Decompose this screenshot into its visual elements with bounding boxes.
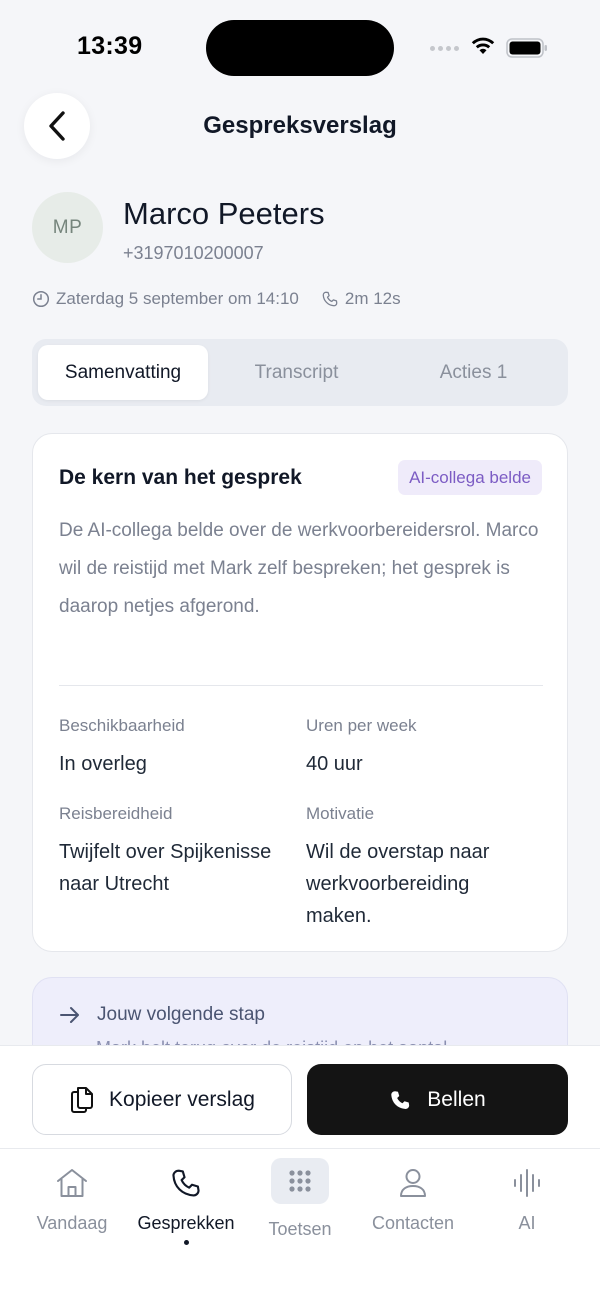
next-step-heading: Jouw volgende stap [59, 1004, 265, 1026]
nav-gesprekken[interactable]: Gesprekken [129, 1163, 243, 1245]
keypad-icon [289, 1170, 311, 1192]
tab-samenvatting[interactable]: Samenvatting [38, 345, 208, 400]
phone-icon [172, 1169, 200, 1197]
nav-label: Gesprekken [137, 1213, 235, 1233]
field-label: Reisbereidheid [59, 804, 173, 823]
nav-label: AI [518, 1213, 536, 1233]
nav-label: Toetsen [268, 1219, 332, 1239]
call-date: Zaterdag 5 september om 14:10 [56, 289, 299, 308]
call-label: Bellen [427, 1087, 486, 1111]
summary-card: De kern van het gesprek AI-collega belde… [32, 433, 568, 952]
dynamic-island [206, 20, 394, 76]
field-travel: Reisbereidheid Twijfelt over Spijkenisse… [59, 804, 299, 900]
signal-icon [430, 46, 459, 51]
tab-acties[interactable]: Acties 1 [385, 345, 562, 400]
field-label: Motivatie [306, 804, 375, 823]
page-title: Gespreksverslag [203, 112, 397, 139]
summary-text: De AI-collega belde over de werkvoorbere… [59, 520, 539, 617]
active-indicator [183, 1240, 189, 1245]
ai-badge: AI-collega belde [398, 460, 542, 495]
home-icon [57, 1169, 87, 1197]
call-button[interactable]: Bellen [307, 1064, 568, 1135]
field-availability: Beschikbaarheid In overleg [59, 716, 299, 780]
phone-icon [322, 291, 338, 307]
arrow-right-icon [60, 1007, 79, 1023]
field-hours: Uren per week 40 uur [306, 716, 546, 780]
status-bar: 13:39 [0, 0, 600, 96]
summary-title: De kern van het gesprek [59, 466, 302, 489]
nav-contacten[interactable]: Contacten [356, 1163, 470, 1234]
next-step-title: Jouw volgende stap [97, 1004, 265, 1025]
nav-vandaag[interactable]: Vandaag [15, 1163, 129, 1234]
copy-report-label: Kopieer verslag [109, 1087, 255, 1111]
copy-icon [71, 1086, 94, 1113]
copy-report-button[interactable]: Kopieer verslag [32, 1064, 292, 1135]
avatar: MP [32, 192, 103, 263]
nav-toetsen[interactable]: Toetsen [243, 1158, 357, 1240]
field-value: In overleg [59, 753, 147, 775]
field-value: Twijfelt over Spijkenisse naar Utrecht [59, 841, 272, 895]
divider [59, 685, 543, 686]
field-motivation: Motivatie Wil de overstap naar werkvoorb… [306, 804, 536, 932]
action-bar: Kopieer verslag Bellen [0, 1045, 600, 1149]
nav-ai[interactable]: AI [470, 1163, 584, 1234]
user-icon [400, 1169, 426, 1197]
contact-phone: +3197010200007 [123, 243, 264, 263]
field-label: Uren per week [306, 716, 417, 735]
segmented-tabs: Samenvatting Transcript Acties 1 [32, 339, 568, 406]
field-label: Beschikbaarheid [59, 716, 185, 735]
status-time: 13:39 [77, 32, 143, 60]
nav-label: Vandaag [36, 1213, 108, 1233]
wifi-icon [471, 37, 495, 54]
bottom-tab-bar: Vandaag Gesprekken Toetsen Contacten AI [0, 1149, 600, 1304]
contact-name: Marco Peeters [123, 196, 325, 231]
clock-icon [32, 290, 50, 308]
phone-icon [391, 1090, 410, 1109]
tab-transcript[interactable]: Transcript [208, 345, 385, 400]
battery-icon [506, 38, 547, 58]
field-value: 40 uur [306, 753, 363, 775]
nav-label: Contacten [371, 1213, 455, 1233]
call-duration: 2m 12s [344, 289, 401, 308]
call-meta: Zaterdag 5 september om 14:10 2m 12s [32, 289, 401, 309]
field-value: Wil de overstap naar werkvoorbereiding m… [306, 841, 490, 927]
waveform-icon [514, 1169, 540, 1197]
